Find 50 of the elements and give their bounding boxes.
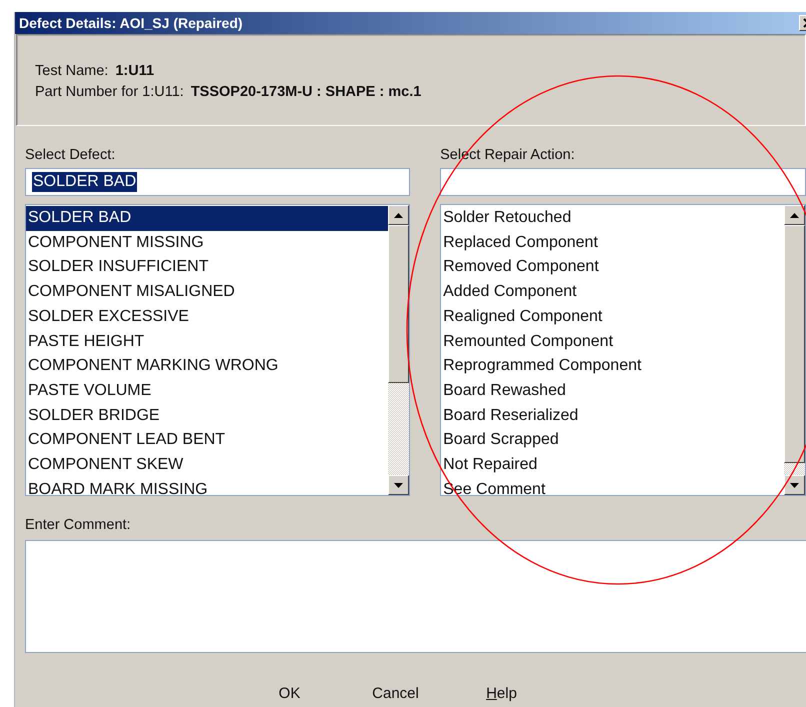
field-label: Select Defect: (25, 146, 116, 164)
scrollbar[interactable] (784, 205, 805, 495)
list-item[interactable]: COMPONENT MARKING WRONG (26, 354, 388, 379)
scroll-up-button[interactable] (784, 205, 805, 225)
list-item[interactable]: PASTE VOLUME (26, 378, 388, 404)
list-item[interactable]: COMPONENT LEAD BENT (26, 428, 388, 454)
list-item[interactable]: Reprogrammed Component (441, 354, 784, 379)
list-item[interactable]: Realigned Component (441, 304, 784, 330)
list-item[interactable]: Solder Retouched (441, 206, 784, 231)
list-item[interactable]: SOLDER EXCESSIVE (26, 304, 388, 330)
down-arrow-icon (790, 482, 799, 488)
dialog-button[interactable]: Cancel (360, 683, 430, 704)
up-arrow-icon (790, 212, 799, 218)
list-item[interactable]: Board Scrapped (441, 428, 784, 454)
test-name-value: 1:U11 (115, 62, 154, 81)
list-item[interactable]: COMPONENT MISALIGNED (26, 280, 388, 305)
field-value: SOLDER BAD (32, 172, 138, 192)
input-field[interactable]: SOLDER BAD (25, 168, 410, 196)
field-label: Enter Comment: (25, 516, 132, 534)
scroll-thumb[interactable] (784, 225, 805, 463)
list-item[interactable]: COMPONENT MISSING (26, 230, 388, 256)
list-item[interactable]: Added Component (441, 280, 784, 305)
scrollbar[interactable] (388, 205, 410, 495)
down-arrow-icon (394, 482, 404, 488)
window-title: Defect Details: AOI_SJ (Repaired) (19, 15, 243, 31)
list-item[interactable]: Not Repaired (441, 453, 784, 478)
part-number-value: TSSOP20-173M-U : SHAPE : mc.1 (190, 83, 422, 102)
scroll-down-button[interactable] (784, 475, 805, 495)
list-item[interactable]: PASTE HEIGHT (26, 330, 388, 354)
list-item[interactable]: SOLDER BRIDGE (26, 404, 388, 428)
dialog-button[interactable]: Help (466, 683, 536, 704)
comment-field[interactable] (25, 540, 806, 653)
list-item[interactable]: Board Reserialized (441, 404, 784, 428)
test-name-label: Test Name: (35, 62, 108, 81)
list-item[interactable]: SOLDER INSUFFICIENT (26, 255, 388, 280)
part-number-label: Part Number for 1:U11: (35, 83, 184, 102)
list-item[interactable]: Replaced Component (441, 230, 784, 256)
list-item[interactable]: Remounted Component (441, 330, 784, 354)
list-item[interactable]: Board Rewashed (441, 378, 784, 404)
up-arrow-icon (394, 212, 404, 218)
scroll-track[interactable] (784, 463, 805, 475)
list-item[interactable]: BOARD MARK MISSING (26, 478, 388, 495)
list-item[interactable]: SOLDER BAD (26, 206, 388, 231)
scroll-up-button[interactable] (388, 205, 410, 225)
scroll-thumb[interactable] (388, 225, 410, 383)
input-field[interactable] (440, 168, 806, 196)
list-item[interactable]: Removed Component (441, 255, 784, 280)
list-item[interactable]: COMPONENT SKEW (26, 453, 388, 478)
dialog-button[interactable]: OK (254, 683, 324, 704)
scroll-down-button[interactable] (388, 475, 410, 495)
